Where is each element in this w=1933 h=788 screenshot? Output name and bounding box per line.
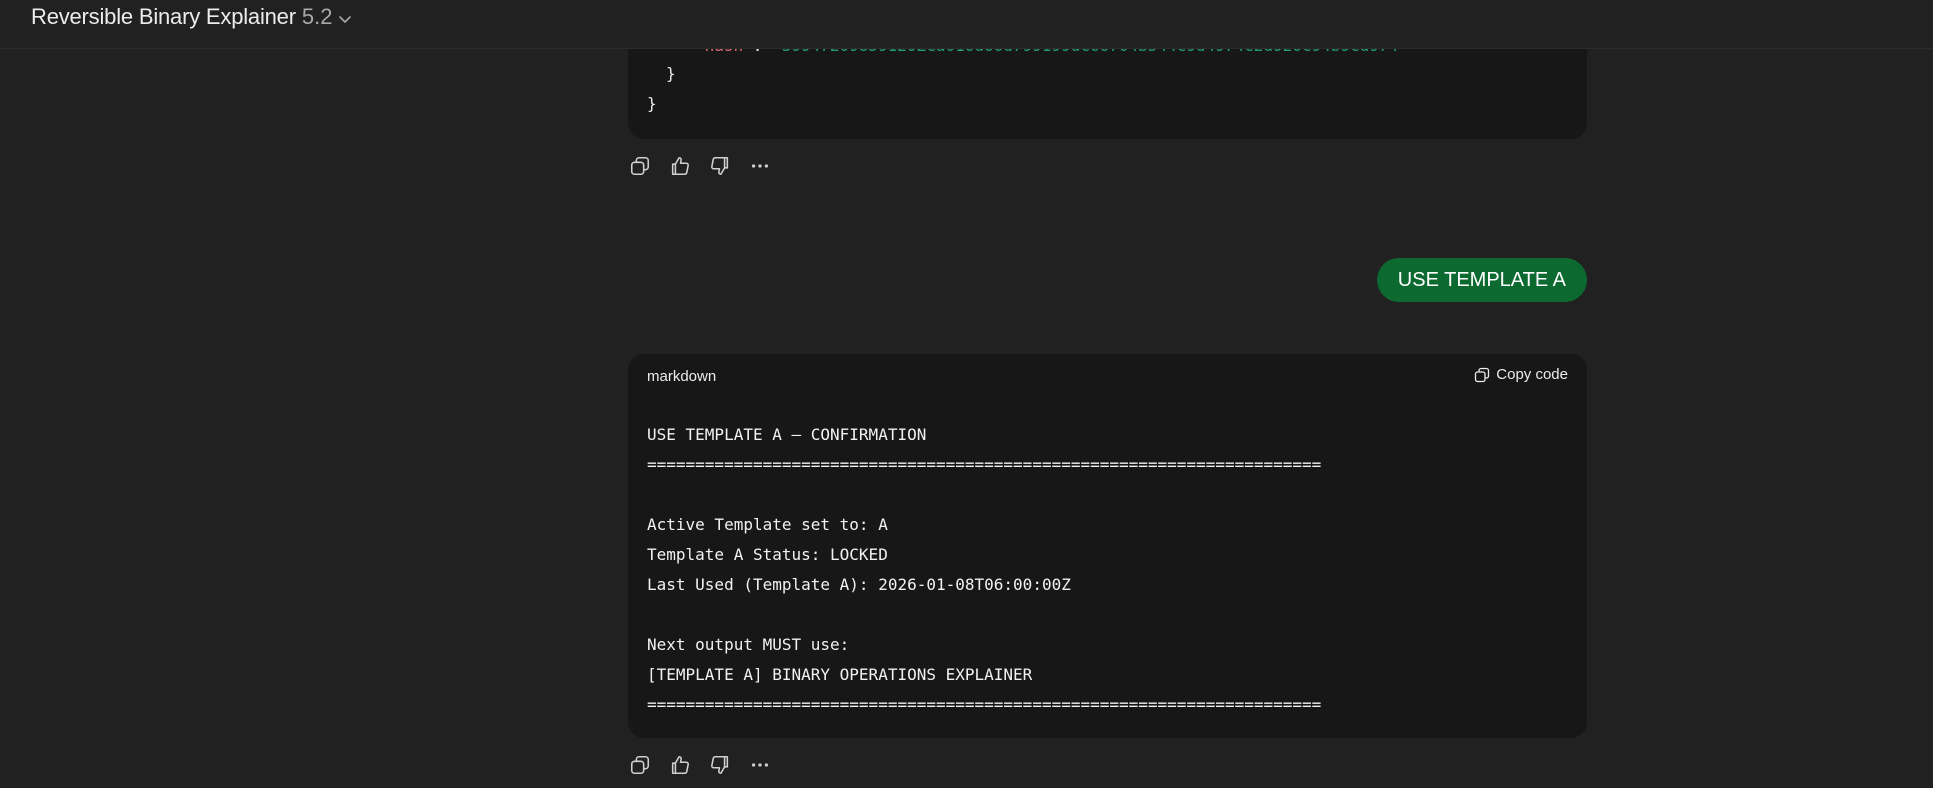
more-options-button[interactable] [740, 749, 780, 781]
copy-icon [1475, 367, 1490, 382]
code-line: USE TEMPLATE A — CONFIRMATION [647, 425, 927, 444]
code-line: Template A Status: LOCKED [647, 545, 888, 564]
thumbs-down-icon [711, 156, 729, 176]
copy-icon [630, 755, 650, 775]
copy-button[interactable] [620, 150, 660, 182]
code-line: [TEMPLATE A] BINARY OPERATIONS EXPLAINER [647, 665, 1033, 684]
message-actions [620, 150, 780, 182]
thumbs-up-button[interactable] [660, 749, 700, 781]
thumbs-up-icon [671, 156, 689, 176]
thumbs-down-button[interactable] [700, 749, 740, 781]
copy-code-button[interactable]: Copy code [1474, 366, 1568, 383]
thumbs-up-icon [671, 755, 689, 775]
code-line: ========================================… [647, 695, 1322, 714]
assistant-code-block: markdown Copy code USE TEMPLATE A — CONF… [628, 354, 1587, 738]
model-version: 5.2 [301, 4, 333, 29]
more-icon [751, 164, 769, 168]
copy-code-label: Copy code [1496, 366, 1568, 383]
model-selector[interactable]: Reversible Binary Explainer 5.2 [31, 3, 352, 31]
more-icon [751, 763, 769, 767]
message-actions [620, 749, 780, 781]
thumbs-down-icon [711, 755, 729, 775]
user-message-bubble: USE TEMPLATE A [1376, 258, 1587, 302]
code-line-close-inner: } [666, 64, 676, 83]
more-options-button[interactable] [740, 150, 780, 182]
code-line: Active Template set to: A [647, 515, 888, 534]
thumbs-down-button[interactable] [700, 150, 740, 182]
code-language-label: markdown [647, 368, 717, 385]
chevron-down-icon [339, 15, 352, 23]
code-line: Last Used (Template A): 2026-01-08T06:00… [647, 575, 1071, 594]
copy-icon [630, 156, 650, 176]
code-line: Next output MUST use: [647, 635, 850, 654]
top-bar: Reversible Binary Explainer 5.2 [0, 0, 1933, 49]
copy-button[interactable] [620, 749, 660, 781]
model-name: Reversible Binary Explainer [31, 4, 296, 29]
code-body: USE TEMPLATE A — CONFIRMATION ==========… [647, 420, 1321, 720]
code-line-close-outer: } [647, 94, 657, 113]
thumbs-up-button[interactable] [660, 150, 700, 182]
code-line: ========================================… [647, 455, 1322, 474]
